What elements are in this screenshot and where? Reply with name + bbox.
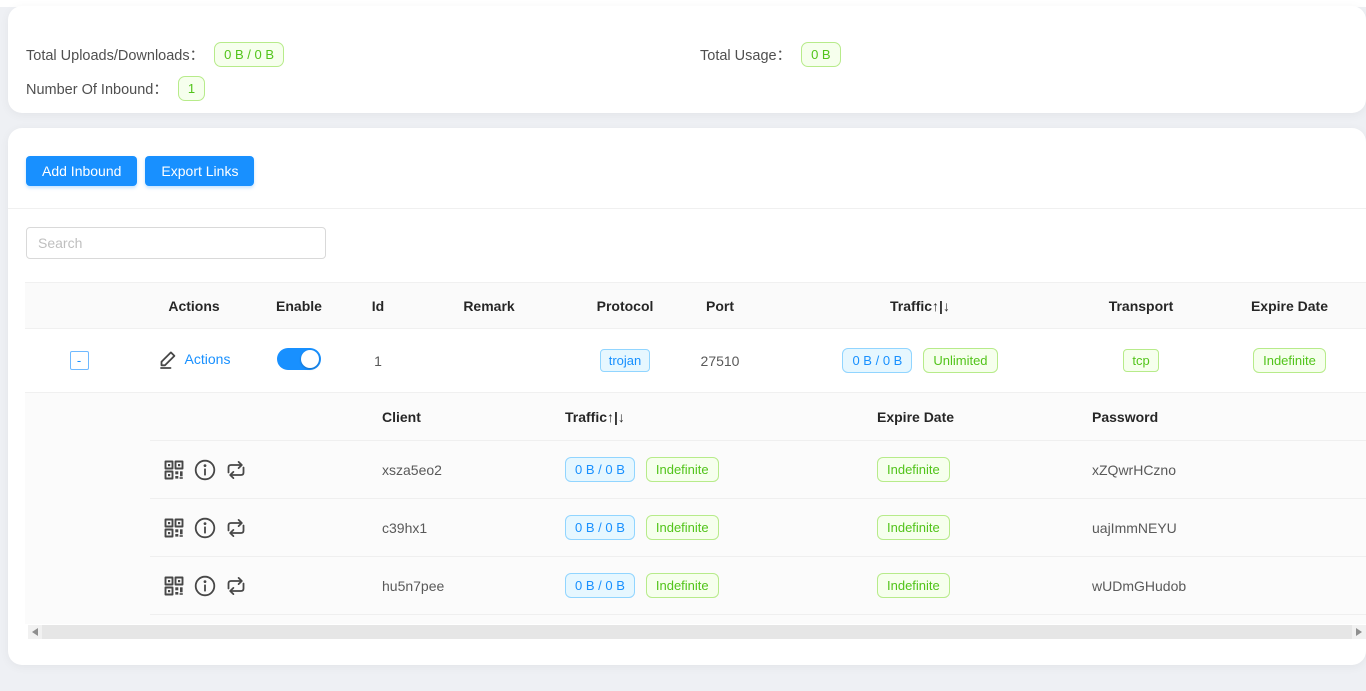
toolbar: Add Inbound Export Links [8, 128, 1366, 186]
column-header-actions: Actions [133, 298, 255, 314]
stat-total-usage: Total Usage： 0 B [700, 42, 841, 67]
stat-value-badge: 0 B / 0 B [214, 42, 284, 67]
collapse-row-button[interactable]: - [70, 351, 89, 370]
stat-label: Number Of Inbound： [26, 78, 168, 99]
column-header-client-traffic[interactable]: Traffic↑|↓ [553, 409, 865, 425]
client-row: c39hx1 0 B / 0 B Indefinite Indefinite u… [150, 499, 1366, 557]
column-header-client-expire: Expire Date [865, 409, 1080, 425]
scrollbar-thumb[interactable] [42, 625, 1352, 639]
inbounds-card: Add Inbound Export Links Actions Enable … [8, 128, 1366, 665]
client-password: xZQwrHCzno [1080, 462, 1366, 478]
client-traffic-limit-badge: Indefinite [646, 573, 719, 598]
client-expire-badge: Indefinite [877, 573, 950, 598]
column-header-port: Port [685, 298, 755, 314]
client-info-button[interactable] [193, 516, 217, 540]
scroll-right-icon[interactable] [1352, 628, 1366, 636]
info-circle-icon [193, 516, 217, 540]
client-info-button[interactable] [193, 458, 217, 482]
client-name: c39hx1 [370, 520, 553, 536]
column-header-enable: Enable [255, 298, 343, 314]
stat-total-uploads-downloads: Total Uploads/Downloads： 0 B / 0 B [26, 42, 284, 67]
client-traffic-limit-badge: Indefinite [646, 515, 719, 540]
column-header-client: Client [370, 409, 553, 425]
column-header-expire: Expire Date [1197, 298, 1366, 314]
qrcode-button[interactable] [162, 516, 186, 540]
qrcode-button[interactable] [162, 458, 186, 482]
client-row: xsza5eo2 0 B / 0 B Indefinite Indefinite… [150, 441, 1366, 499]
stat-label: Total Usage： [700, 44, 791, 65]
expire-badge: Indefinite [1253, 348, 1326, 373]
add-inbound-button[interactable]: Add Inbound [26, 156, 137, 186]
search-wrap [26, 227, 1366, 259]
client-password: wUDmGHudob [1080, 578, 1366, 594]
reset-traffic-button[interactable] [224, 574, 248, 598]
stat-number-of-inbound: Number Of Inbound： 1 [26, 76, 205, 101]
info-circle-icon [193, 458, 217, 482]
inbound-traffic-cell: 0 B / 0 B Unlimited [842, 348, 997, 373]
reset-traffic-button[interactable] [224, 458, 248, 482]
export-links-button[interactable]: Export Links [145, 156, 254, 186]
client-info-button[interactable] [193, 574, 217, 598]
column-header-remark: Remark [413, 298, 565, 314]
client-table: Client Traffic↑|↓ Expire Date Password [150, 393, 1366, 615]
client-traffic-badge: 0 B / 0 B [565, 457, 635, 482]
traffic-limit-badge: Unlimited [923, 348, 997, 373]
info-circle-icon [193, 574, 217, 598]
inbound-id: 1 [343, 353, 413, 369]
client-traffic-badge: 0 B / 0 B [565, 515, 635, 540]
client-traffic-cell: 0 B / 0 B Indefinite [565, 515, 719, 540]
expanded-row-region: Client Traffic↑|↓ Expire Date Password [25, 393, 1366, 624]
client-row: hu5n7pee 0 B / 0 B Indefinite Indefinite… [150, 557, 1366, 615]
column-header-client-password: Password [1080, 409, 1366, 425]
inbound-row: - Actions 1 trojan 27510 [25, 329, 1366, 393]
repeat-icon [224, 574, 248, 598]
column-header-transport: Transport [1085, 298, 1197, 314]
client-traffic-badge: 0 B / 0 B [565, 573, 635, 598]
inbounds-table: Actions Enable Id Remark Protocol Port T… [25, 282, 1366, 624]
qrcode-icon [162, 516, 186, 540]
table-header-row: Actions Enable Id Remark Protocol Port T… [25, 282, 1366, 329]
client-name: hu5n7pee [370, 578, 553, 594]
stats-card: Total Uploads/Downloads： 0 B / 0 B Numbe… [8, 6, 1366, 113]
search-input[interactable] [26, 227, 326, 259]
enable-toggle[interactable] [277, 348, 321, 370]
repeat-icon [224, 458, 248, 482]
column-header-id: Id [343, 298, 413, 314]
reset-traffic-button[interactable] [224, 516, 248, 540]
column-header-protocol: Protocol [565, 298, 685, 314]
collapse-minus-icon: - [77, 354, 81, 367]
client-table-header-row: Client Traffic↑|↓ Expire Date Password [150, 393, 1366, 441]
stat-label: Total Uploads/Downloads： [26, 44, 204, 65]
inbound-port: 27510 [685, 353, 755, 369]
protocol-tag: trojan [600, 349, 651, 372]
client-traffic-limit-badge: Indefinite [646, 457, 719, 482]
client-password: uajImmNEYU [1080, 520, 1366, 536]
qrcode-icon [162, 574, 186, 598]
qrcode-icon [162, 458, 186, 482]
client-traffic-cell: 0 B / 0 B Indefinite [565, 573, 719, 598]
client-traffic-cell: 0 B / 0 B Indefinite [565, 457, 719, 482]
inbound-actions-menu[interactable]: Actions [158, 349, 231, 369]
client-expire-badge: Indefinite [877, 515, 950, 540]
column-header-traffic[interactable]: Traffic↑|↓ [755, 298, 1085, 314]
actions-label: Actions [185, 351, 231, 367]
toolbar-divider [8, 208, 1366, 209]
stat-value-badge: 1 [178, 76, 205, 101]
scroll-left-icon[interactable] [28, 628, 42, 636]
traffic-updown-badge: 0 B / 0 B [842, 348, 912, 373]
repeat-icon [224, 516, 248, 540]
qrcode-button[interactable] [162, 574, 186, 598]
stat-value-badge: 0 B [801, 42, 841, 67]
client-expire-badge: Indefinite [877, 457, 950, 482]
horizontal-scrollbar[interactable] [28, 625, 1366, 639]
transport-tag: tcp [1123, 349, 1158, 372]
client-name: xsza5eo2 [370, 462, 553, 478]
edit-pencil-icon [158, 349, 178, 369]
